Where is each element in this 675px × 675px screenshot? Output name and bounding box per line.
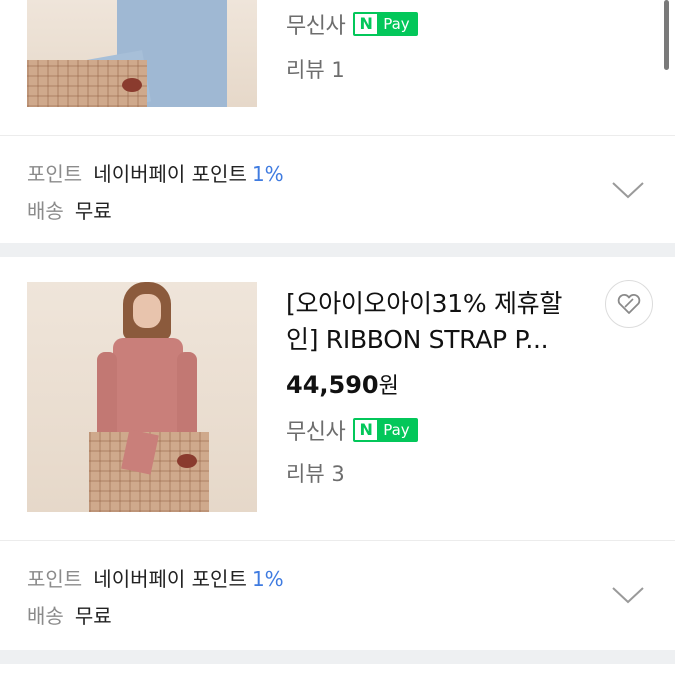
review-count[interactable]: 리뷰 1 bbox=[286, 54, 345, 84]
npay-badge: N Pay bbox=[353, 12, 418, 36]
section-separator bbox=[0, 650, 675, 664]
seller-name: 무신사 bbox=[286, 14, 346, 39]
section-separator bbox=[0, 243, 675, 257]
price: 44,590원 bbox=[286, 371, 399, 399]
seller-name: 무신사 bbox=[286, 420, 346, 445]
review-count[interactable]: 리뷰 3 bbox=[286, 458, 345, 488]
product-image[interactable] bbox=[27, 282, 257, 512]
scrollbar[interactable] bbox=[664, 0, 669, 70]
wishlist-button[interactable] bbox=[605, 280, 653, 328]
chevron-down-icon[interactable] bbox=[611, 180, 645, 200]
npay-badge: N Pay bbox=[353, 418, 418, 442]
product-title[interactable]: [오아이오아이31% 제휴할 인] RIBBON STRAP P... bbox=[286, 286, 586, 358]
naver-n-icon: N bbox=[355, 420, 378, 440]
divider bbox=[0, 135, 675, 136]
shipping-row: 배송 무료 bbox=[27, 199, 112, 223]
point-row: 포인트 네이버페이 포인트 1% bbox=[27, 162, 284, 186]
divider bbox=[0, 540, 675, 541]
point-row: 포인트 네이버페이 포인트 1% bbox=[27, 567, 284, 591]
heart-icon bbox=[617, 293, 641, 314]
product-image[interactable] bbox=[27, 0, 257, 107]
shipping-row: 배송 무료 bbox=[27, 604, 112, 628]
naver-n-icon: N bbox=[355, 14, 378, 34]
chevron-down-icon[interactable] bbox=[611, 585, 645, 605]
